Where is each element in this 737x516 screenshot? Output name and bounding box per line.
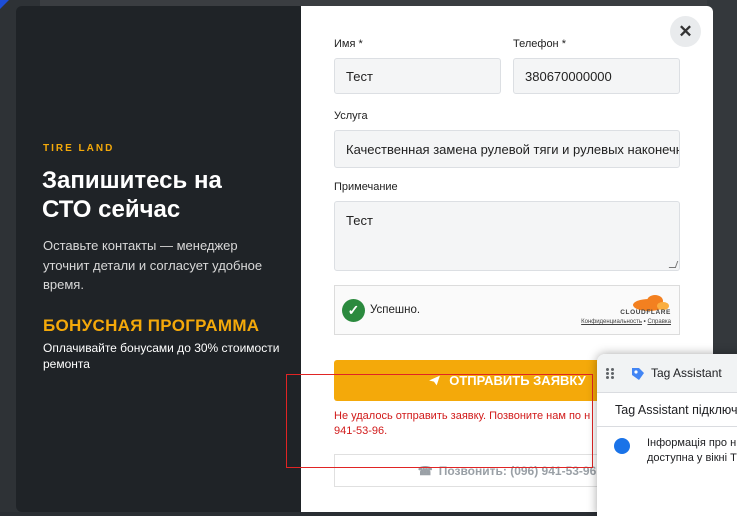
resize-handle-icon[interactable] (668, 261, 679, 268)
captcha-widget[interactable]: ✓ Успешно. CLOUDFLARE Конфиденциальность… (334, 285, 680, 335)
error-line-2: 941-53-96. (334, 424, 388, 437)
tag-message-line-2: доступна у вікні Т (647, 452, 737, 464)
error-line-1: Не удалось отправить заявку. Позвоните н… (334, 410, 591, 422)
help-link[interactable]: Справка (647, 319, 671, 325)
name-input[interactable]: Тест (334, 58, 501, 94)
name-label: Имя * (334, 38, 363, 50)
tag-assistant-message: Інформація про н доступна у вікні Т (647, 436, 737, 466)
tag-assistant-subtitle: Tag Assistant підключ (615, 403, 737, 417)
note-textarea[interactable]: Тест (334, 201, 680, 271)
privacy-link[interactable]: Конфиденциальность (581, 319, 642, 325)
info-dot-icon (614, 438, 630, 454)
phone-value: 380670000000 (525, 68, 612, 84)
note-value: Тест (346, 213, 373, 228)
page-title: Запишитесь на СТО сейчас (42, 166, 282, 224)
captcha-links: Конфиденциальность • Справка (581, 319, 671, 325)
links-separator: • (643, 319, 646, 325)
bonus-text: Оплачивайте бонусами до 30% стоимости ре… (43, 341, 280, 371)
tag-assistant-logo-icon (632, 368, 644, 380)
headline-line-1: Запишитесь на (42, 167, 222, 194)
error-message: Не удалось отправить заявку. Позвоните н… (334, 409, 624, 438)
call-label: Позвонить: (096) 941-53-96 (438, 463, 597, 478)
tag-message-line-1: Інформація про н (647, 437, 737, 449)
send-icon (429, 375, 441, 386)
brand-label: TIRE LAND (43, 143, 115, 154)
phone-icon: ☎ (417, 463, 433, 478)
tag-assistant-panel: Tag Assistant Tag Assistant підключ Інфо… (597, 354, 737, 516)
mouse-cursor-icon (0, 0, 9, 9)
phone-input[interactable]: 380670000000 (513, 58, 680, 94)
service-select[interactable]: Качественная замена рулевой тяги и рулев… (334, 130, 680, 168)
tag-assistant-title: Tag Assistant (651, 366, 722, 380)
service-value: Качественная замена рулевой тяги и рулев… (346, 141, 680, 157)
close-button[interactable]: ✕ (670, 16, 701, 47)
tag-assistant-header[interactable]: Tag Assistant (597, 354, 737, 393)
name-value: Тест (346, 68, 373, 84)
phone-label: Телефон * (513, 38, 566, 50)
close-icon: ✕ (678, 21, 693, 41)
promo-panel: TIRE LAND Запишитесь на СТО сейчас Остав… (16, 6, 301, 512)
submit-label: ОТПРАВИТЬ ЗАЯВКУ (449, 373, 586, 388)
captcha-status: Успешно. (370, 304, 421, 316)
drag-handle-icon[interactable] (606, 368, 614, 379)
note-label: Примечание (334, 181, 398, 193)
headline-line-2: СТО сейчас (42, 196, 181, 223)
success-check-icon: ✓ (342, 299, 365, 322)
bonus-title: БОНУСНАЯ ПРОГРАММА (43, 316, 260, 335)
divider (597, 426, 737, 427)
lead-text: Оставьте контакты — менеджер уточнит дет… (43, 238, 263, 292)
cloudflare-logo: CLOUDFLARE (620, 309, 671, 316)
service-label: Услуга (334, 110, 368, 122)
